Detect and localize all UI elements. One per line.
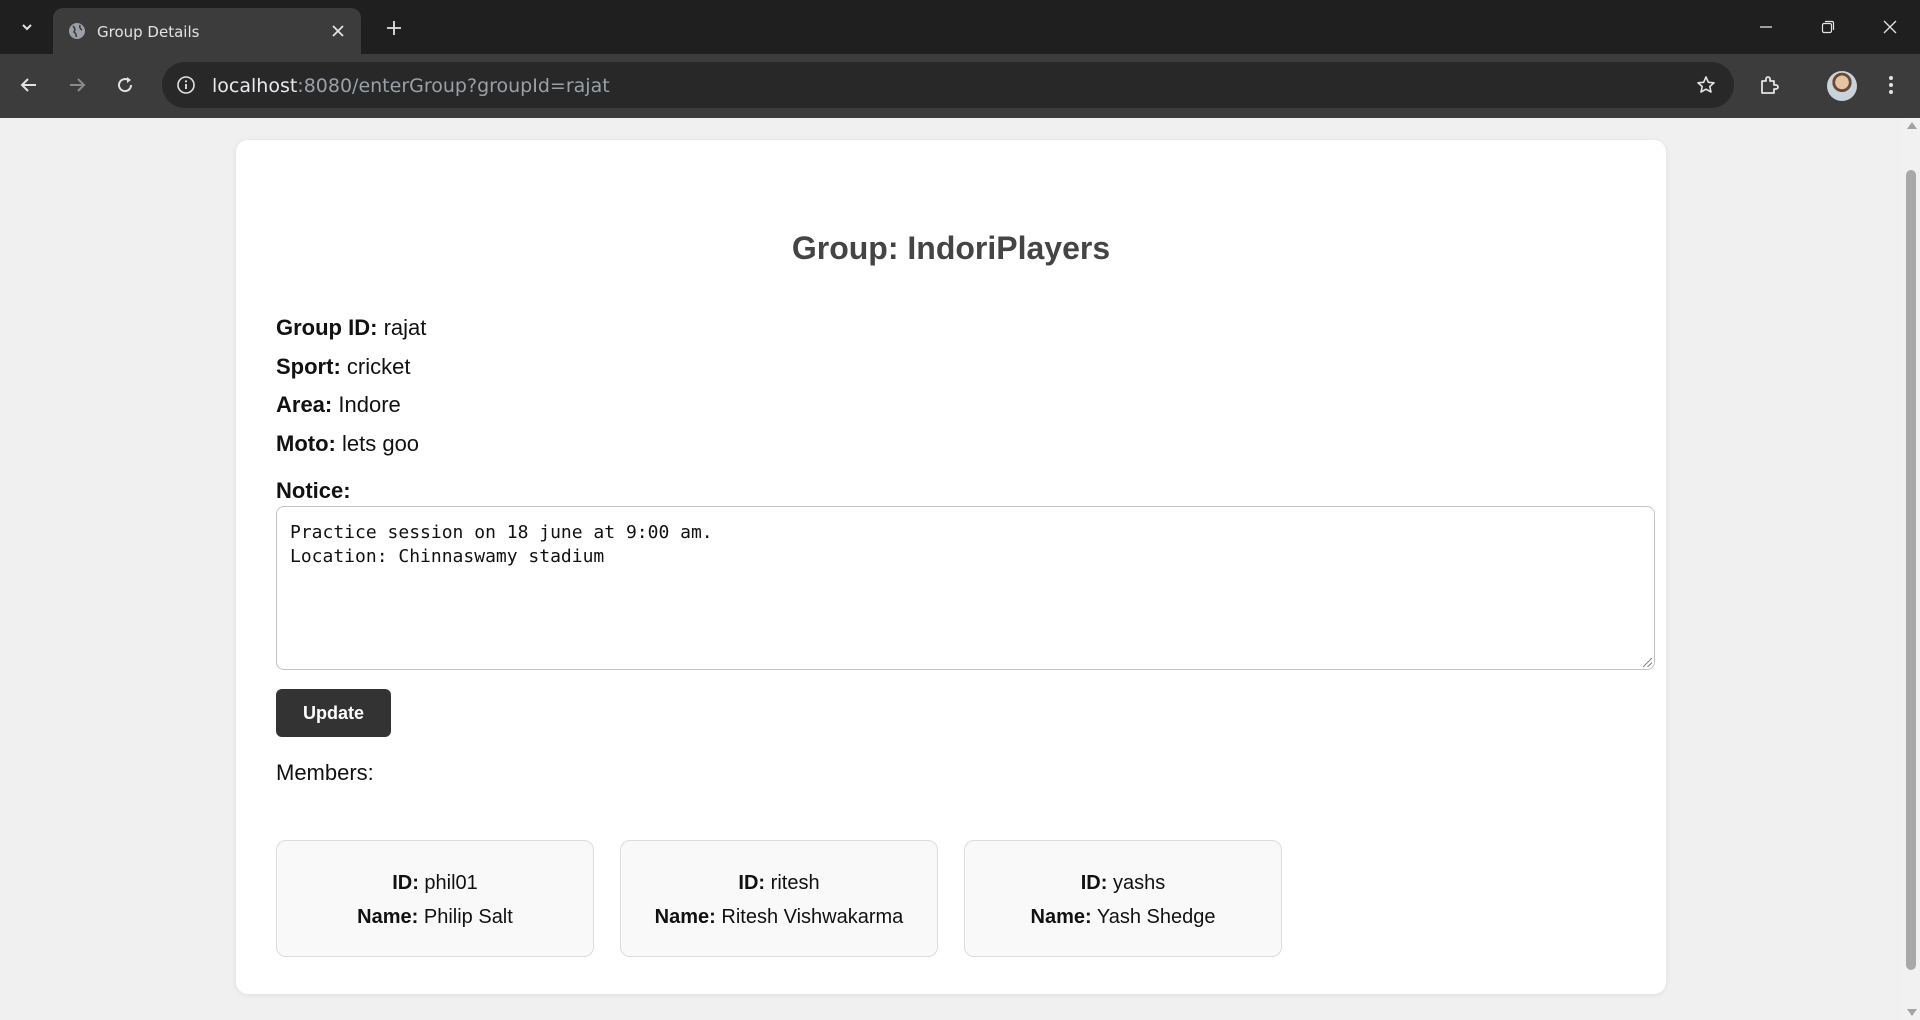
member-id-label: ID: (738, 872, 766, 894)
member-id-row: ID: yashs (965, 872, 1281, 895)
member-name-row: Name: Yash Shedge (965, 906, 1281, 929)
group-details-card: Group: IndoriPlayers Group ID: rajat Spo… (236, 140, 1666, 994)
notice-label: Notice: (276, 478, 351, 503)
member-id-label: ID: (392, 872, 419, 894)
member-id-label: ID: (1080, 872, 1108, 894)
url-text[interactable]: localhost:8080/enterGroup?groupId=rajat (212, 75, 610, 97)
site-info-icon[interactable] (174, 73, 198, 97)
page-scrollbar[interactable] (1902, 118, 1920, 1020)
area-label: Area: (276, 392, 333, 417)
member-id: phil01 (424, 872, 478, 894)
browser-tab-active[interactable]: Group Details (53, 8, 361, 54)
restore-icon[interactable] (1808, 10, 1848, 44)
profile-avatar[interactable] (1827, 71, 1857, 101)
scroll-up-arrow-icon[interactable] (1907, 122, 1917, 129)
sport-value: cricket (346, 354, 411, 379)
member-name-label: Name: (654, 906, 716, 928)
group-id-label: Group ID: (276, 315, 378, 340)
member-name: Ritesh Vishwakarma (721, 906, 904, 928)
moto-label: Moto: (276, 431, 336, 456)
close-window-icon[interactable] (1870, 10, 1910, 44)
member-name: Yash Shedge (1096, 906, 1216, 928)
member-name-label: Name: (357, 906, 419, 928)
sport-line: Sport: cricket (276, 354, 410, 380)
member-name: Philip Salt (423, 906, 513, 928)
notice-textarea[interactable]: Practice session on 18 june at 9:00 am. … (276, 506, 1655, 670)
area-value: Indore (338, 392, 401, 417)
member-id-row: ID: ritesh (621, 872, 937, 895)
bookmark-star-icon[interactable] (1694, 73, 1718, 97)
url-path: :8080/enterGroup?groupId=rajat (297, 75, 610, 97)
member-card: ID: ritesh Name: Ritesh Vishwakarma (620, 840, 938, 957)
address-bar[interactable]: localhost:8080/enterGroup?groupId=rajat (162, 62, 1734, 108)
scroll-down-arrow-icon[interactable] (1907, 1009, 1917, 1016)
browser-tab-strip: Group Details (0, 0, 1920, 54)
new-tab-icon[interactable] (380, 14, 408, 42)
page-title: Group: IndoriPlayers (791, 230, 1111, 266)
resize-grip-icon[interactable] (1643, 658, 1652, 667)
url-host: localhost (212, 75, 298, 97)
tab-search-icon[interactable] (14, 14, 40, 40)
close-tab-icon[interactable] (327, 20, 349, 42)
members-label: Members: (276, 760, 374, 785)
browser-toolbar: localhost:8080/enterGroup?groupId=rajat (0, 54, 1920, 118)
member-card: ID: phil01 Name: Philip Salt (276, 840, 594, 957)
member-card: ID: yashs Name: Yash Shedge (964, 840, 1282, 957)
reload-icon[interactable] (108, 68, 142, 102)
extensions-puzzle-icon[interactable] (1754, 70, 1784, 100)
forward-arrow-icon[interactable] (60, 68, 94, 102)
member-name-label: Name: (1030, 906, 1092, 928)
area-line: Area: Indore (276, 392, 401, 418)
sport-label: Sport: (276, 354, 341, 379)
tab-title: Group Details (97, 23, 200, 41)
member-id-row: ID: phil01 (277, 872, 593, 895)
moto-value: lets goo (341, 431, 420, 456)
update-button[interactable]: Update (276, 689, 391, 737)
more-menu-icon[interactable] (1876, 70, 1906, 100)
group-id-value: rajat (383, 315, 427, 340)
back-arrow-icon[interactable] (12, 68, 46, 102)
moto-line: Moto: lets goo (276, 431, 419, 457)
scroll-thumb[interactable] (1906, 170, 1916, 970)
group-id-line: Group ID: rajat (276, 315, 426, 341)
member-name-row: Name: Ritesh Vishwakarma (621, 906, 937, 929)
member-id: ritesh (770, 872, 820, 894)
member-id: yashs (1112, 872, 1166, 894)
member-name-row: Name: Philip Salt (277, 906, 593, 929)
globe-icon (67, 21, 87, 41)
minimize-icon[interactable] (1746, 10, 1786, 44)
page-viewport: Group: IndoriPlayers Group ID: rajat Spo… (0, 118, 1902, 1020)
